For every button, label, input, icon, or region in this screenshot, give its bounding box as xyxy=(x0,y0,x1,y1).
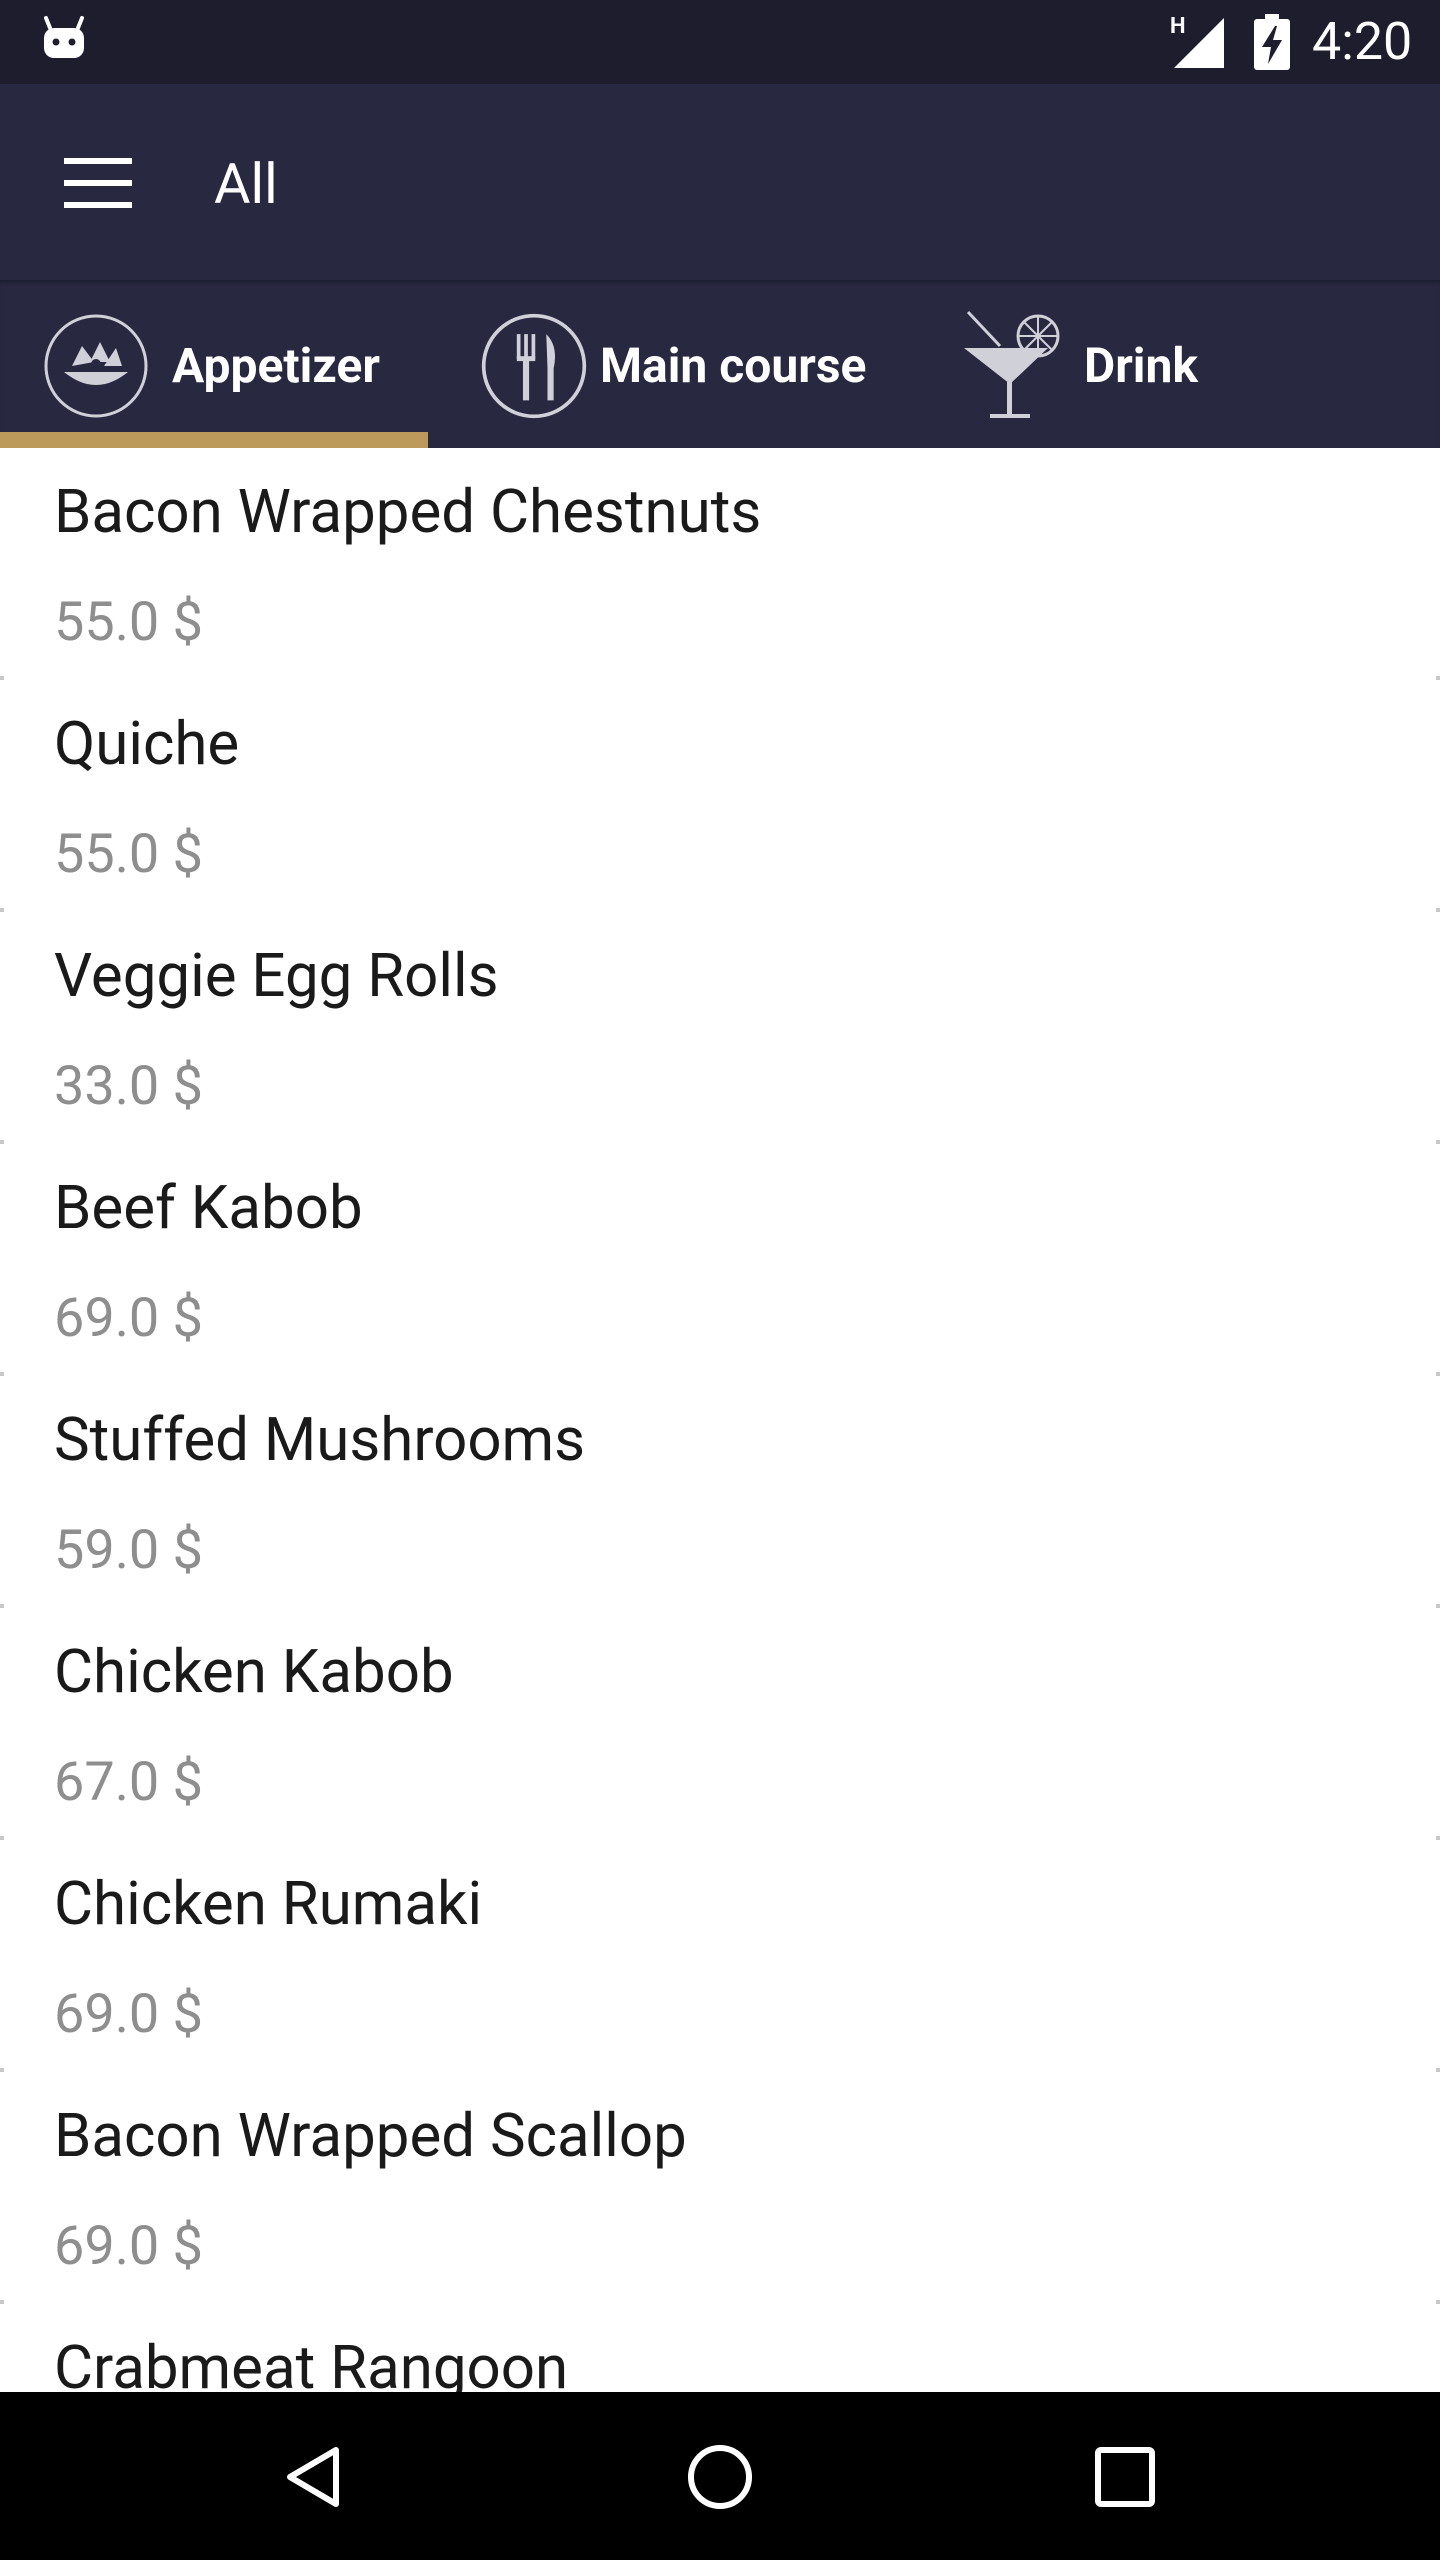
item-name: Crabmeat Rangoon xyxy=(54,2332,569,2392)
tab-drink[interactable]: Drink xyxy=(928,280,1440,448)
status-clock: 4:20 xyxy=(1312,11,1413,72)
item-name: Veggie Egg Rolls xyxy=(54,940,499,1011)
appetizer-plate-icon xyxy=(44,314,148,418)
item-price: 55.0 $ xyxy=(54,823,204,886)
hamburger-menu-icon[interactable] xyxy=(64,158,132,208)
item-price: 33.0 $ xyxy=(54,1055,204,1118)
signal-icon xyxy=(1174,18,1224,68)
recents-icon[interactable] xyxy=(1080,2432,1170,2522)
item-price: 67.0 $ xyxy=(54,1751,204,1814)
back-icon[interactable] xyxy=(270,2432,360,2522)
item-name: Stuffed Mushrooms xyxy=(54,1404,586,1475)
item-price: 55.0 $ xyxy=(54,591,204,654)
item-name: Bacon Wrapped Scallop xyxy=(54,2100,687,2171)
tab-main-course-label: Main course xyxy=(600,337,867,394)
item-name: Beef Kabob xyxy=(54,1172,363,1243)
home-icon[interactable] xyxy=(675,2432,765,2522)
list-item[interactable]: Bacon Wrapped Chestnuts 55.0 $ xyxy=(0,448,1440,680)
tab-appetizer-label: Appetizer xyxy=(172,337,380,394)
menu-item-list[interactable]: Bacon Wrapped Chestnuts 55.0 $ Quiche 55… xyxy=(0,448,1440,2392)
list-item[interactable]: Beef Kabob 69.0 $ xyxy=(0,1144,1440,1376)
list-item[interactable]: Bacon Wrapped Scallop 69.0 $ xyxy=(0,2072,1440,2304)
android-icon xyxy=(44,16,84,58)
tab-main-course[interactable]: Main course xyxy=(428,280,928,448)
item-price: 69.0 $ xyxy=(54,1287,204,1350)
list-item[interactable]: Chicken Kabob 67.0 $ xyxy=(0,1608,1440,1840)
fork-knife-icon xyxy=(481,313,587,419)
list-item[interactable]: Chicken Rumaki 69.0 $ xyxy=(0,1840,1440,2072)
item-price: 59.0 $ xyxy=(54,1519,204,1582)
list-item[interactable]: Quiche 55.0 $ xyxy=(0,680,1440,912)
category-tab-bar: Appetizer Main course Drink xyxy=(0,280,1440,448)
system-nav-bar xyxy=(0,2392,1440,2560)
tab-appetizer[interactable]: Appetizer xyxy=(0,280,428,448)
cocktail-icon xyxy=(964,310,1060,418)
item-name: Bacon Wrapped Chestnuts xyxy=(54,476,762,547)
list-item[interactable]: Veggie Egg Rolls 33.0 $ xyxy=(0,912,1440,1144)
status-bar: H 4:20 xyxy=(0,0,1440,84)
item-name: Chicken Kabob xyxy=(54,1636,454,1707)
list-item[interactable]: Stuffed Mushrooms 59.0 $ xyxy=(0,1376,1440,1608)
tab-drink-label: Drink xyxy=(1084,337,1199,394)
item-price: 69.0 $ xyxy=(54,2215,204,2278)
battery-charging-icon xyxy=(1254,14,1290,70)
item-name: Chicken Rumaki xyxy=(54,1868,483,1939)
selected-tab-indicator xyxy=(0,432,428,448)
app-bar: All xyxy=(0,84,1440,280)
page-title: All xyxy=(214,151,278,217)
list-item[interactable]: Crabmeat Rangoon xyxy=(0,2304,1440,2392)
item-price: 69.0 $ xyxy=(54,1983,204,2046)
item-name: Quiche xyxy=(54,708,240,779)
